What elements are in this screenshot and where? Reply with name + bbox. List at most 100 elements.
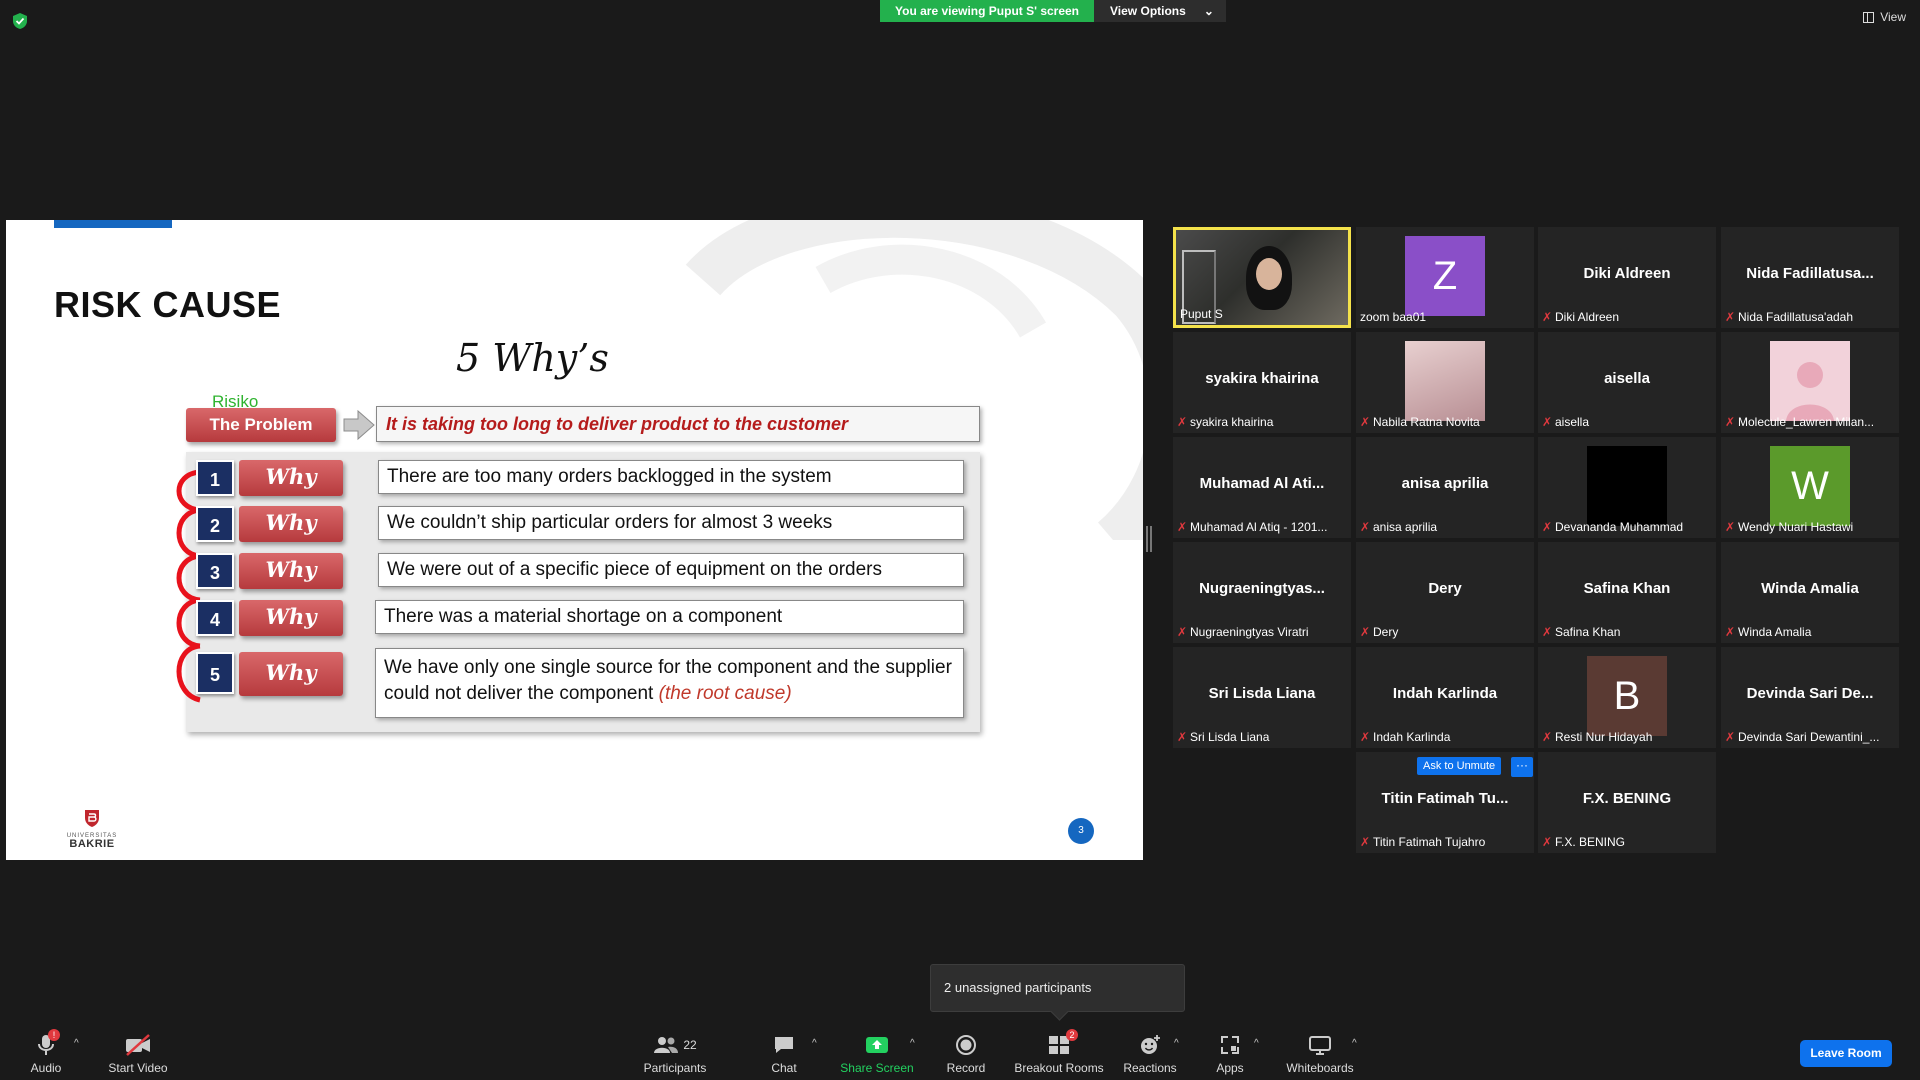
breakout-rooms-button[interactable]: 2 Breakout Rooms <box>1014 1029 1104 1075</box>
participant-tile[interactable]: ✗ Devananda Muhammad <box>1538 437 1716 538</box>
audio-button[interactable]: ! Audio <box>28 1029 64 1075</box>
participant-display-name: Titin Fatimah Tu... <box>1381 790 1509 807</box>
share-options-caret-icon[interactable]: ^ <box>910 1038 915 1049</box>
slide-title: RISK CAUSE <box>54 284 282 325</box>
participants-button[interactable]: 22 Participants <box>640 1032 710 1075</box>
participant-tile[interactable]: ✗ Molecule_Lawren Milan... <box>1721 332 1899 433</box>
participant-name-label: Sri Lisda Liana <box>1190 730 1270 744</box>
participant-tile[interactable]: Sri Lisda Liana ✗ Sri Lisda Liana <box>1173 647 1351 748</box>
viewing-status-text: You are viewing Puput S' screen <box>880 0 1095 22</box>
why-answer-3: We were out of a specific piece of equip… <box>378 553 964 587</box>
share-screen-label: Share Screen <box>840 1061 914 1075</box>
participant-display-name: Devinda Sari De... <box>1746 685 1874 702</box>
view-options-label: View Options <box>1110 4 1186 18</box>
participant-footer: zoom baa01 <box>1360 310 1530 324</box>
participant-tile[interactable]: Nugraeningtyas... ✗ Nugraeningtyas Viratr… <box>1173 542 1351 643</box>
reactions-label: Reactions <box>1123 1061 1177 1075</box>
participant-footer: Puput S <box>1180 307 1344 321</box>
leave-room-button[interactable]: Leave Room <box>1800 1040 1892 1067</box>
participant-tile[interactable]: Dery ✗ Dery <box>1356 542 1534 643</box>
apps-label: Apps <box>1216 1061 1244 1075</box>
mic-muted-icon: ✗ <box>1725 415 1736 429</box>
participant-tile[interactable]: Diki Aldreen ✗ Diki Aldreen <box>1538 227 1716 328</box>
apps-options-caret-icon[interactable]: ^ <box>1254 1038 1259 1049</box>
mic-muted-icon: ✗ <box>1360 520 1371 534</box>
mic-muted-icon: ✗ <box>1725 310 1736 324</box>
participant-tile[interactable]: Muhamad Al Ati... ✗ Muhamad Al Atiq - 120… <box>1173 437 1351 538</box>
participant-name-label: Safina Khan <box>1555 625 1621 639</box>
participant-tile[interactable]: Nida Fadillatusa... ✗ Nida Fadillatusa'ad… <box>1721 227 1899 328</box>
view-options-button[interactable]: View Options ⌄ <box>1094 0 1226 22</box>
panel-splitter-handle[interactable] <box>1146 526 1152 552</box>
participant-display-name: anisa aprilia <box>1401 475 1489 492</box>
why-answer-2: We couldn’t ship particular orders for a… <box>378 506 964 540</box>
record-button[interactable]: Record <box>944 1032 988 1075</box>
mic-muted-icon: ✗ <box>1725 520 1736 534</box>
participant-tile[interactable]: Winda Amalia ✗ Winda Amalia <box>1721 542 1899 643</box>
whiteboards-button[interactable]: Whiteboards <box>1282 1032 1358 1075</box>
share-screen-icon <box>866 1037 888 1053</box>
participant-display-name: Diki Aldreen <box>1583 265 1671 282</box>
apps-button[interactable]: Apps <box>1210 1032 1250 1075</box>
more-options-button[interactable]: ··· <box>1511 757 1533 777</box>
why-answer-1: There are too many orders backlogged in … <box>378 460 964 494</box>
ask-to-unmute-button[interactable]: Ask to Unmute <box>1417 757 1502 775</box>
chat-label: Chat <box>771 1061 797 1075</box>
mic-muted-icon: ✗ <box>1542 730 1553 744</box>
participant-footer: ✗ Dery <box>1360 625 1530 639</box>
participant-tile[interactable]: Devinda Sari De... ✗ Devinda Sari Dewanti… <box>1721 647 1899 748</box>
mic-muted-icon: ✗ <box>1542 310 1553 324</box>
participant-tile[interactable]: syakira khairina ✗ syakira khairina <box>1173 332 1351 433</box>
mic-muted-icon: ✗ <box>1542 415 1553 429</box>
participant-footer: ✗ Molecule_Lawren Milan... <box>1725 415 1895 429</box>
mic-muted-icon: ✗ <box>1177 520 1188 534</box>
participant-name-label: Puput S <box>1180 307 1223 321</box>
audio-options-caret-icon[interactable]: ^ <box>74 1038 79 1049</box>
participant-footer: ✗ syakira khairina <box>1177 415 1347 429</box>
reactions-button[interactable]: Reactions <box>1122 1032 1178 1075</box>
reactions-icon <box>1141 1035 1160 1054</box>
participant-name-label: anisa aprilia <box>1373 520 1438 534</box>
why-answer-4: There was a material shortage on a compo… <box>375 600 964 634</box>
mic-muted-icon: ✗ <box>1542 520 1553 534</box>
participant-tile[interactable]: Safina Khan ✗ Safina Khan <box>1538 542 1716 643</box>
why-label-5: Why <box>239 652 343 696</box>
logo-shield-icon <box>85 810 99 827</box>
why-number-4: 4 <box>196 600 234 636</box>
chat-button[interactable]: Chat <box>764 1032 804 1075</box>
avatar <box>1587 446 1667 526</box>
participant-tile[interactable]: W ✗ Wendy Nuari Hastawi <box>1721 437 1899 538</box>
participant-tile[interactable]: F.X. BENING ✗ F.X. BENING <box>1538 752 1716 853</box>
mic-muted-icon: ✗ <box>1177 415 1188 429</box>
security-shield-icon[interactable] <box>12 12 28 30</box>
participant-name-label: Nabila Ratna Novita <box>1373 415 1480 429</box>
mic-muted-icon: ✗ <box>1360 415 1371 429</box>
participant-tile[interactable]: aisella ✗ aisella <box>1538 332 1716 433</box>
whiteboards-options-caret-icon[interactable]: ^ <box>1352 1038 1357 1049</box>
participant-tile[interactable]: Indah Karlinda ✗ Indah Karlinda <box>1356 647 1534 748</box>
participant-tile[interactable]: B ✗ Resti Nur Hidayah <box>1538 647 1716 748</box>
start-video-button[interactable]: Start Video <box>106 1032 170 1075</box>
breakout-rooms-label: Breakout Rooms <box>1014 1061 1104 1075</box>
why-label-4: Why <box>239 600 343 636</box>
participant-display-name: Safina Khan <box>1583 580 1671 597</box>
participant-footer: ✗ Devinda Sari Dewantini_... <box>1725 730 1895 744</box>
mic-muted-icon: ✗ <box>1177 730 1188 744</box>
participant-tile[interactable]: ✗ Nabila Ratna Novita <box>1356 332 1534 433</box>
participant-tile-puput[interactable]: Puput S <box>1173 227 1351 328</box>
participant-tile[interactable]: Z zoom baa01 <box>1356 227 1534 328</box>
participant-footer: ✗ aisella <box>1542 415 1712 429</box>
participant-tile[interactable]: anisa aprilia ✗ anisa aprilia <box>1356 437 1534 538</box>
reactions-options-caret-icon[interactable]: ^ <box>1174 1038 1179 1049</box>
participant-footer: ✗ Diki Aldreen <box>1542 310 1712 324</box>
participant-name-label: Nida Fadillatusa'adah <box>1738 310 1854 324</box>
chat-options-caret-icon[interactable]: ^ <box>812 1038 817 1049</box>
person-silhouette-icon <box>1786 362 1834 421</box>
meeting-toolbar: ! Audio ^ Start Video 22 Participants Ch… <box>0 1022 1920 1080</box>
participant-footer: ✗ Wendy Nuari Hastawi <box>1725 520 1895 534</box>
share-screen-button[interactable]: Share Screen <box>838 1032 916 1075</box>
audio-label: Audio <box>30 1061 62 1075</box>
view-button[interactable]: View <box>1863 10 1906 24</box>
participant-footer: ✗ anisa aprilia <box>1360 520 1530 534</box>
breakout-rooms-badge: 2 <box>1066 1029 1078 1041</box>
